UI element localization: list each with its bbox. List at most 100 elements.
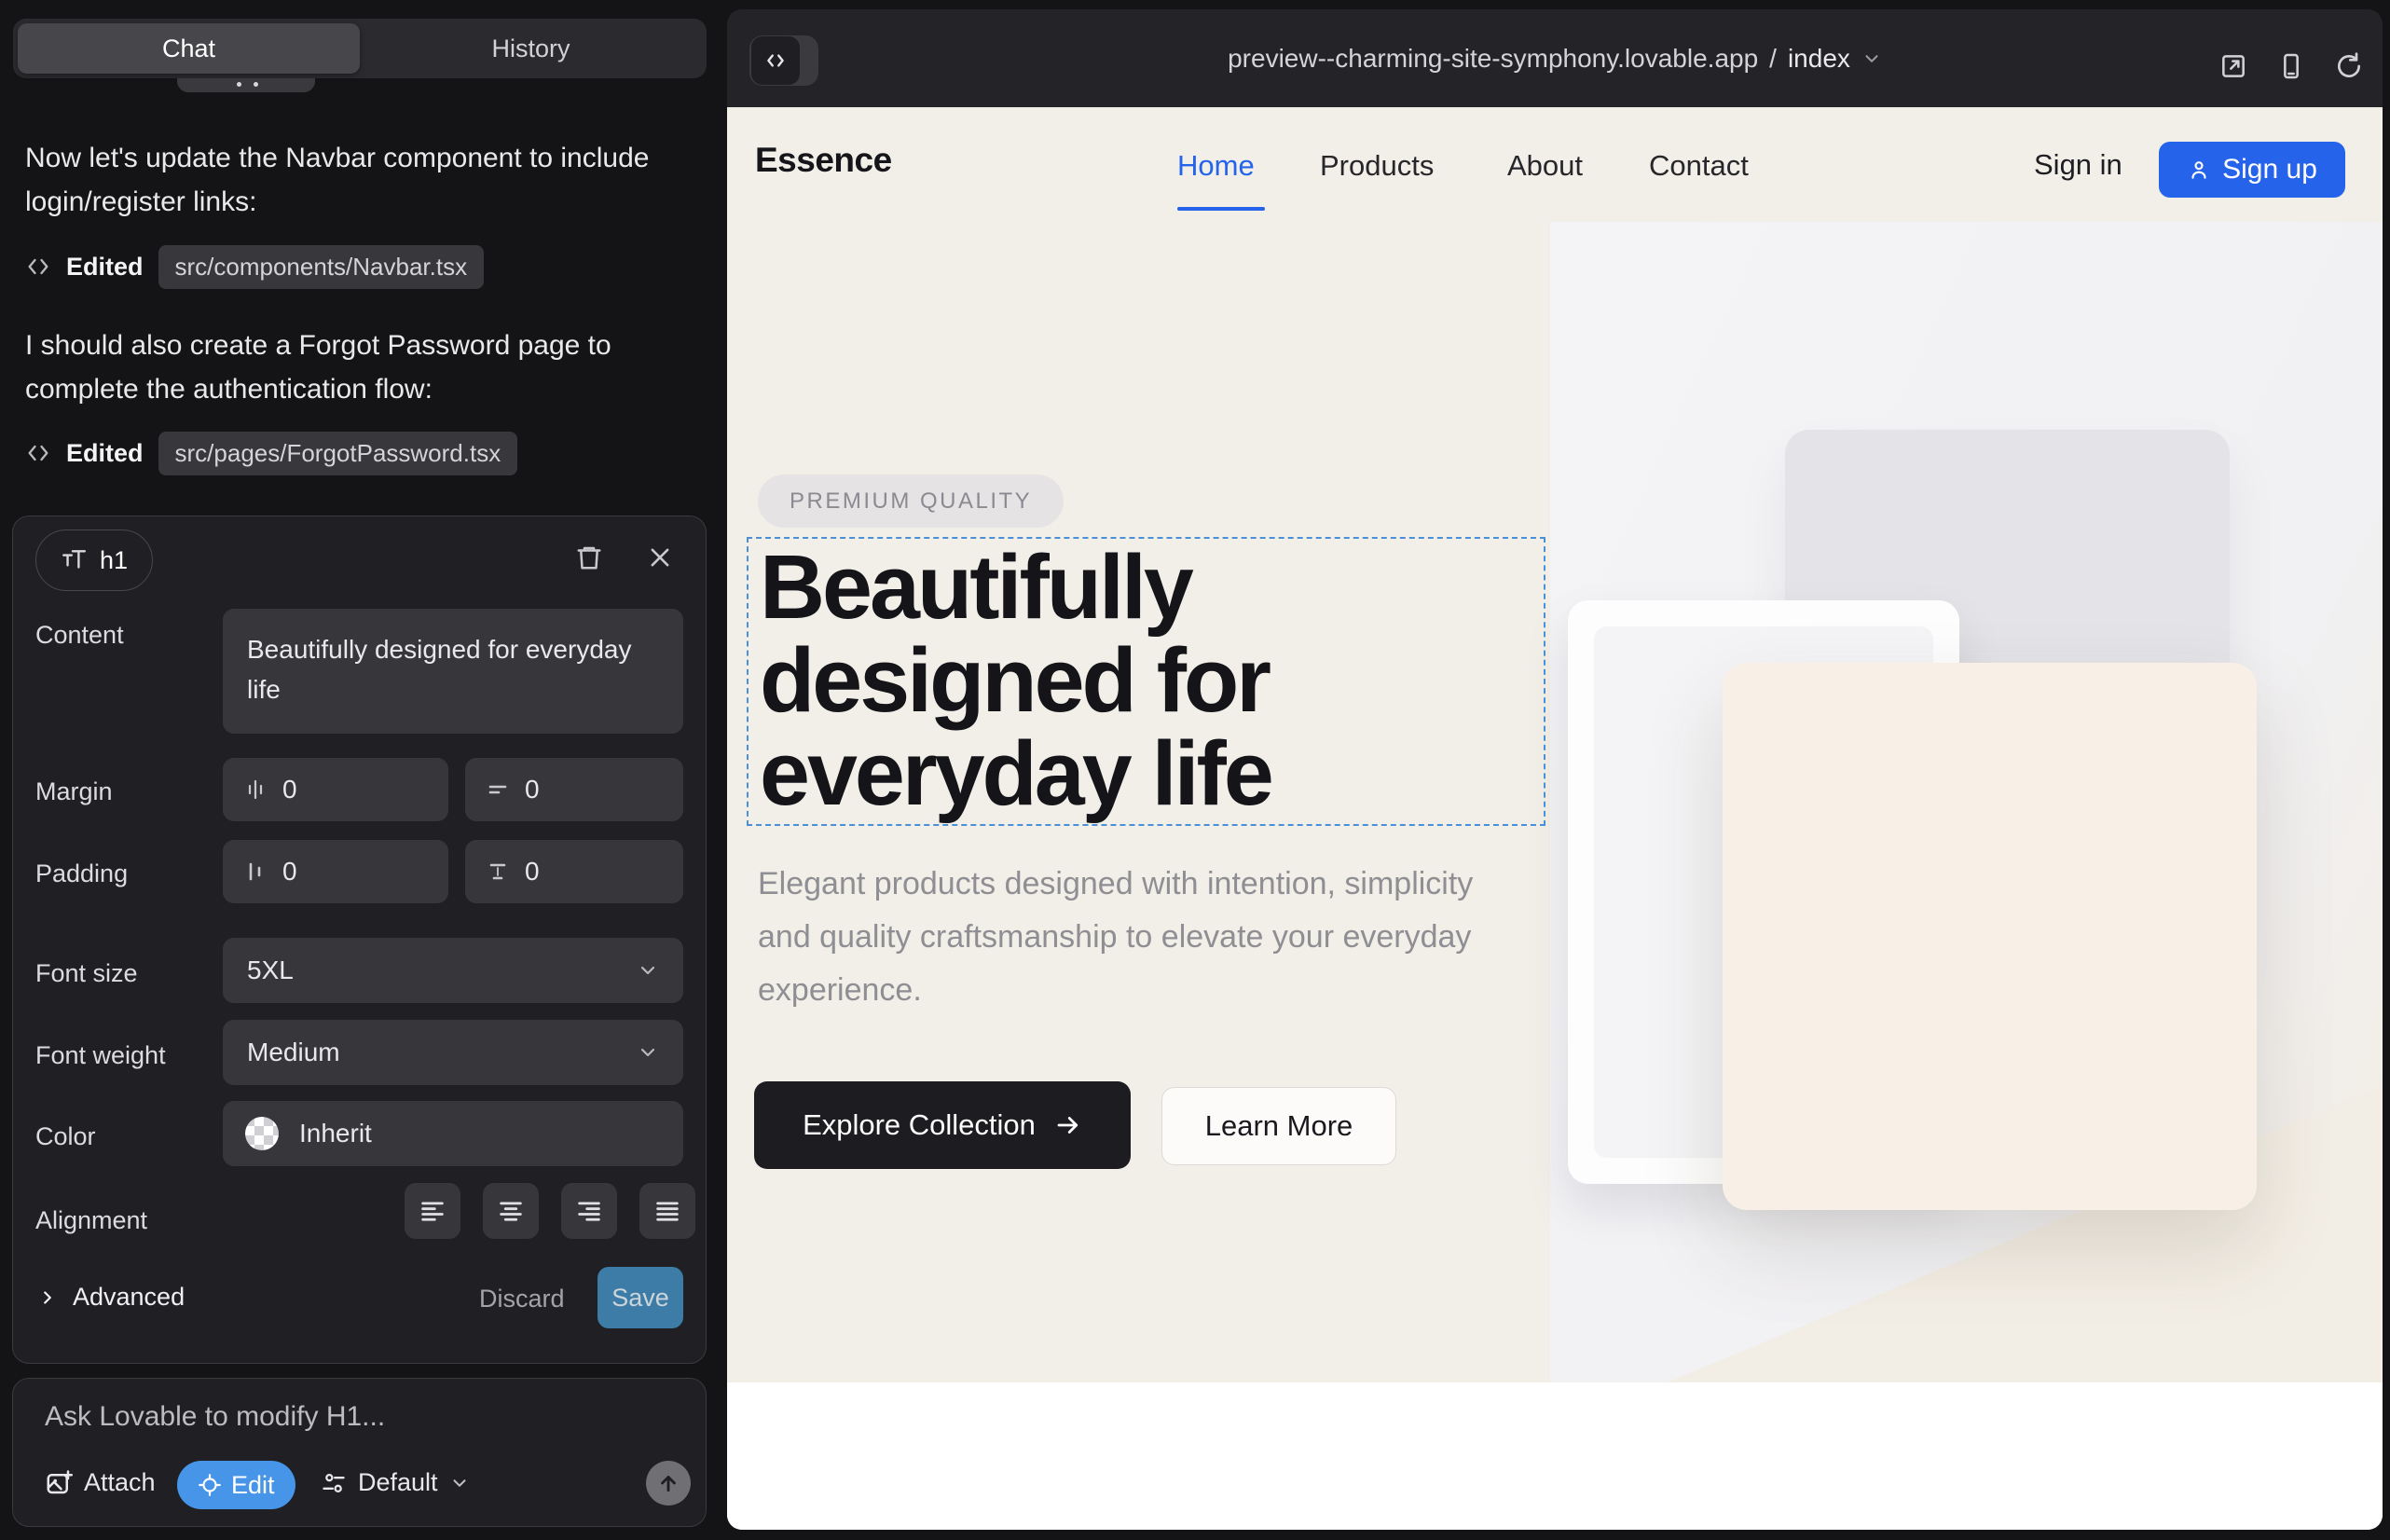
type-icon [61, 547, 87, 573]
send-button[interactable] [646, 1461, 691, 1506]
browser-preview: preview--charming-site-symphony.lovable.… [727, 9, 2383, 1530]
padding-y-icon [486, 859, 510, 884]
nav-link-home[interactable]: Home [1177, 149, 1255, 183]
font-weight-label: Font weight [35, 1041, 166, 1070]
chat-history-tabs: Chat History [13, 19, 707, 78]
send-arrow-icon [656, 1471, 680, 1495]
chevron-right-icon [37, 1287, 58, 1308]
chrome-actions [2218, 51, 2364, 81]
element-editor-panel: h1 Content Beautifully designed for ever… [12, 516, 707, 1364]
refresh-button[interactable] [2334, 51, 2364, 81]
url-separator: / [1769, 44, 1777, 74]
nav-link-contact[interactable]: Contact [1649, 149, 1749, 183]
explore-collection-label: Explore Collection [803, 1108, 1036, 1142]
edited-file-row[interactable]: Edited src/pages/ForgotPassword.tsx [25, 431, 517, 475]
sign-up-label: Sign up [2222, 154, 2317, 186]
margin-y-value: 0 [525, 775, 540, 804]
padding-x-value: 0 [282, 857, 297, 887]
url-host: preview--charming-site-symphony.lovable.… [1228, 44, 1758, 74]
margin-label: Margin [35, 777, 113, 806]
margin-x-value: 0 [282, 775, 297, 804]
discard-button[interactable]: Discard [479, 1285, 565, 1313]
nav-link-products[interactable]: Products [1320, 149, 1434, 183]
delete-element-button[interactable] [572, 541, 606, 574]
sign-up-button[interactable]: Sign up [2159, 142, 2345, 198]
padding-x-icon [243, 859, 268, 884]
margin-y-input[interactable]: 0 [465, 758, 683, 821]
mobile-view-button[interactable] [2276, 51, 2306, 81]
file-badge[interactable]: src/components/Navbar.tsx [158, 245, 485, 289]
padding-y-input[interactable]: 0 [465, 840, 683, 903]
tab-history[interactable]: History [360, 23, 702, 74]
mode-select[interactable]: Default [321, 1468, 470, 1497]
font-size-label: Font size [35, 959, 138, 988]
margin-x-input[interactable]: 0 [223, 758, 448, 821]
explore-collection-button[interactable]: Explore Collection [754, 1081, 1131, 1169]
chevron-down-icon [449, 1473, 470, 1493]
hero-heading[interactable]: Beautifully designed for everyday life [760, 541, 1524, 820]
chevron-down-icon [1861, 48, 1882, 69]
user-icon [2187, 158, 2211, 182]
font-size-value: 5XL [247, 956, 294, 985]
edit-mode-button[interactable]: Edit [177, 1461, 295, 1509]
edited-file-row[interactable]: Edited src/components/Navbar.tsx [25, 244, 484, 289]
advanced-toggle[interactable]: Advanced [37, 1283, 185, 1312]
align-left-button[interactable] [405, 1183, 460, 1239]
app-root: Chat History Now let's update the Navbar… [0, 0, 2390, 1540]
tab-chat[interactable]: Chat [18, 23, 360, 74]
chevron-down-icon [637, 1041, 659, 1064]
transparent-swatch [245, 1117, 279, 1150]
site-viewport: Essence Home Products About Contact Sign… [727, 107, 2383, 1530]
padding-x-input[interactable]: 0 [223, 840, 448, 903]
edit-label: Edit [231, 1471, 275, 1500]
save-button[interactable]: Save [598, 1267, 683, 1328]
color-label: Color [35, 1122, 96, 1151]
nav-link-about[interactable]: About [1507, 149, 1583, 183]
edit-target-icon [198, 1473, 222, 1497]
decorative-card-cream [1723, 663, 2257, 1210]
code-icon [25, 254, 51, 280]
chat-sidebar: Chat History Now let's update the Navbar… [0, 0, 725, 1540]
padding-y-value: 0 [525, 857, 540, 887]
chat-message: I should also create a Forgot Password p… [25, 323, 683, 411]
file-badge[interactable]: src/pages/ForgotPassword.tsx [158, 432, 518, 475]
url-bar[interactable]: preview--charming-site-symphony.lovable.… [727, 9, 2383, 107]
scrolled-message-fragment [177, 78, 315, 92]
site-logo[interactable]: Essence [755, 141, 892, 180]
sign-in-link[interactable]: Sign in [2034, 148, 2122, 182]
chevron-down-icon [637, 959, 659, 982]
attach-button[interactable]: Attach [45, 1468, 156, 1497]
align-center-button[interactable] [483, 1183, 539, 1239]
mode-label: Default [358, 1468, 438, 1497]
code-icon [25, 440, 51, 466]
advanced-label: Advanced [73, 1283, 185, 1312]
active-nav-underline [1177, 207, 1265, 211]
content-label: Content [35, 621, 124, 650]
composer-input[interactable]: Ask Lovable to modify H1... [45, 1401, 385, 1433]
alignment-label: Alignment [35, 1206, 147, 1235]
learn-more-button[interactable]: Learn More [1161, 1087, 1396, 1165]
edited-label: Edited [66, 253, 144, 282]
color-picker[interactable]: Inherit [223, 1101, 683, 1166]
premium-quality-badge: PREMIUM QUALITY [758, 474, 1064, 528]
sliders-icon [321, 1470, 347, 1496]
margin-y-icon [486, 777, 510, 802]
element-tag: h1 [100, 546, 128, 575]
open-external-button[interactable] [2218, 51, 2248, 81]
align-right-button[interactable] [561, 1183, 617, 1239]
chat-message: Now let's update the Navbar component to… [25, 136, 683, 224]
element-tag-pill: h1 [35, 529, 153, 591]
url-page: index [1788, 44, 1850, 74]
chat-composer: Ask Lovable to modify H1... Attach Edit … [12, 1378, 707, 1527]
hero-paragraph: Elegant products designed with intention… [758, 858, 1476, 1017]
padding-label: Padding [35, 859, 128, 888]
arrow-right-icon [1054, 1111, 1082, 1139]
content-input[interactable]: Beautifully designed for everyday life [223, 609, 683, 734]
font-weight-select[interactable]: Medium [223, 1020, 683, 1085]
section-below-hero [727, 1382, 2383, 1530]
margin-x-icon [243, 777, 268, 802]
align-justify-button[interactable] [639, 1183, 695, 1239]
close-panel-button[interactable] [643, 541, 677, 574]
font-size-select[interactable]: 5XL [223, 938, 683, 1003]
selected-element-outline[interactable]: Beautifully designed for everyday life [747, 537, 1545, 826]
